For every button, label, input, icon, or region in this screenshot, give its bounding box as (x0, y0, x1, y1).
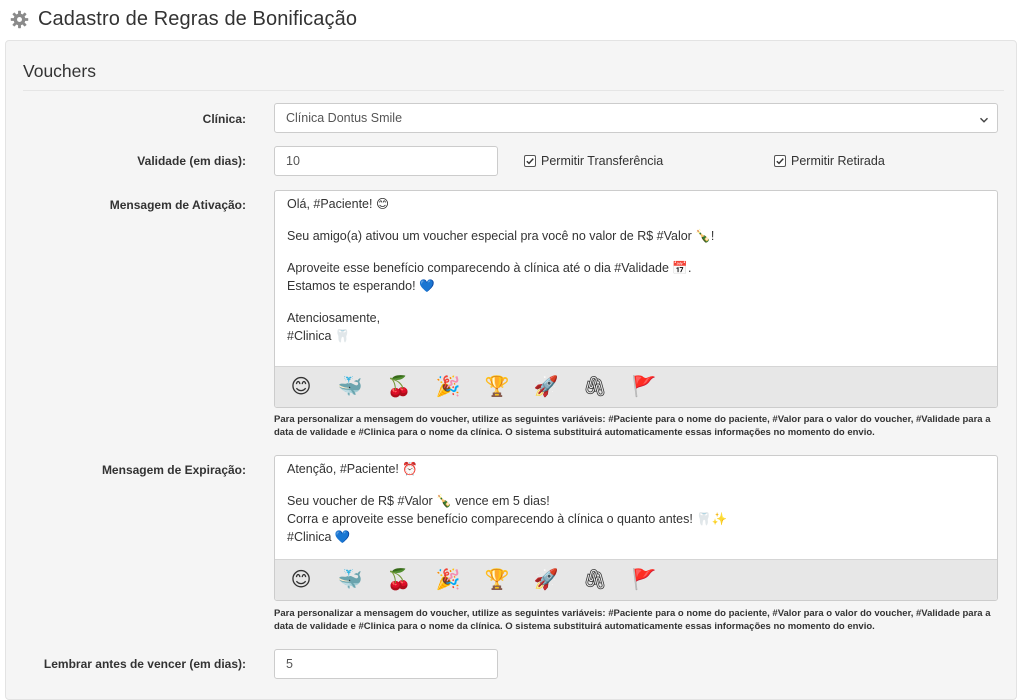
permitir-retirada-checkbox[interactable] (774, 155, 786, 167)
clinica-select[interactable]: Clínica Dontus Smile (274, 103, 998, 133)
cherries-emoji-button[interactable]: 🍒 (386, 567, 412, 593)
lembrar-input[interactable]: 5 (274, 649, 498, 679)
trophy-emoji-button[interactable]: 🏆 (484, 567, 510, 593)
expiracao-help-text: Para personalizar a mensagem do voucher,… (274, 608, 991, 632)
paperclip-emoji-button[interactable]: 🖇 (582, 567, 608, 593)
gear-icon (10, 10, 29, 29)
ativacao-line: Atenciosamente, (287, 311, 381, 325)
expiracao-editor[interactable]: Atenção, #Paciente! ⏰ Seu voucher de R$ … (274, 455, 998, 601)
expiracao-line: Corra e aproveite esse benefício compare… (287, 512, 728, 526)
expiracao-label: Mensagem de Expiração: (101, 463, 246, 477)
ativacao-line: Estamos te esperando! 💙 (287, 279, 435, 293)
red-flag-emoji-button[interactable]: 🚩 (631, 374, 657, 400)
permitir-transferencia-label: Permitir Transferência (541, 154, 664, 168)
ativacao-line: Aproveite esse benefício comparecendo à … (287, 261, 692, 275)
ativacao-help-text: Para personalizar a mensagem do voucher,… (274, 414, 991, 438)
expiracao-line: Atenção, #Paciente! ⏰ (287, 462, 418, 476)
page-title: Cadastro de Regras de Bonificação (38, 7, 358, 30)
trophy-emoji-button[interactable]: 🏆 (484, 374, 510, 400)
lembrar-label: Lembrar antes de vencer (em dias): (43, 657, 246, 671)
permitir-retirada-label: Permitir Retirada (791, 154, 885, 168)
permitir-transferencia-option[interactable]: Permitir Transferência (524, 154, 663, 168)
ativacao-line: #Clinica 🦷 (287, 329, 351, 343)
ativacao-line: Olá, #Paciente! 😊 (287, 197, 389, 211)
validade-value: 10 (286, 154, 300, 168)
vouchers-panel: Vouchers Clínica: Clínica Dontus Smile V… (5, 40, 1017, 700)
expiracao-line: Seu voucher de R$ #Valor 🍾 vence em 5 di… (287, 494, 550, 508)
clinica-select-value: Clínica Dontus Smile (286, 111, 403, 125)
smiling-face-emoji-button[interactable]: 😊 (288, 374, 314, 400)
ativacao-label: Mensagem de Ativação: (109, 198, 246, 212)
expiracao-textarea[interactable]: Atenção, #Paciente! ⏰ Seu voucher de R$ … (275, 456, 997, 546)
red-flag-emoji-button[interactable]: 🚩 (631, 567, 657, 593)
rocket-emoji-button[interactable]: 🚀 (533, 374, 559, 400)
whale-emoji-button[interactable]: 🐳 (337, 567, 363, 593)
paperclip-emoji-button[interactable]: 🖇 (582, 374, 608, 400)
smiling-face-emoji-button[interactable]: 😊 (288, 567, 314, 593)
cherries-emoji-button[interactable]: 🍒 (386, 374, 412, 400)
ativacao-editor[interactable]: Olá, #Paciente! 😊 Seu amigo(a) ativou um… (274, 190, 998, 408)
page-header: Cadastro de Regras de Bonificação (10, 6, 357, 32)
ativacao-textarea[interactable]: Olá, #Paciente! 😊 Seu amigo(a) ativou um… (275, 191, 997, 345)
validade-label: Validade (em dias): (137, 154, 246, 168)
whale-emoji-button[interactable]: 🐳 (337, 374, 363, 400)
lembrar-value: 5 (286, 657, 293, 671)
emoji-toolbar: 😊 🐳 🍒 🎉 🏆 🚀 🖇 🚩 (275, 559, 997, 600)
emoji-toolbar: 😊 🐳 🍒 🎉 🏆 🚀 🖇 🚩 (275, 366, 997, 407)
permitir-transferencia-checkbox[interactable] (524, 155, 536, 167)
party-popper-emoji-button[interactable]: 🎉 (435, 567, 461, 593)
permitir-retirada-option[interactable]: Permitir Retirada (774, 154, 885, 168)
validade-input[interactable]: 10 (274, 146, 498, 176)
section-legend: Vouchers (23, 61, 1004, 91)
chevron-down-icon (979, 114, 989, 124)
rocket-emoji-button[interactable]: 🚀 (533, 567, 559, 593)
clinica-label: Clínica: (202, 112, 246, 126)
party-popper-emoji-button[interactable]: 🎉 (435, 374, 461, 400)
ativacao-line: Seu amigo(a) ativou um voucher especial … (287, 229, 715, 243)
expiracao-line: #Clinica 💙 (287, 530, 351, 544)
